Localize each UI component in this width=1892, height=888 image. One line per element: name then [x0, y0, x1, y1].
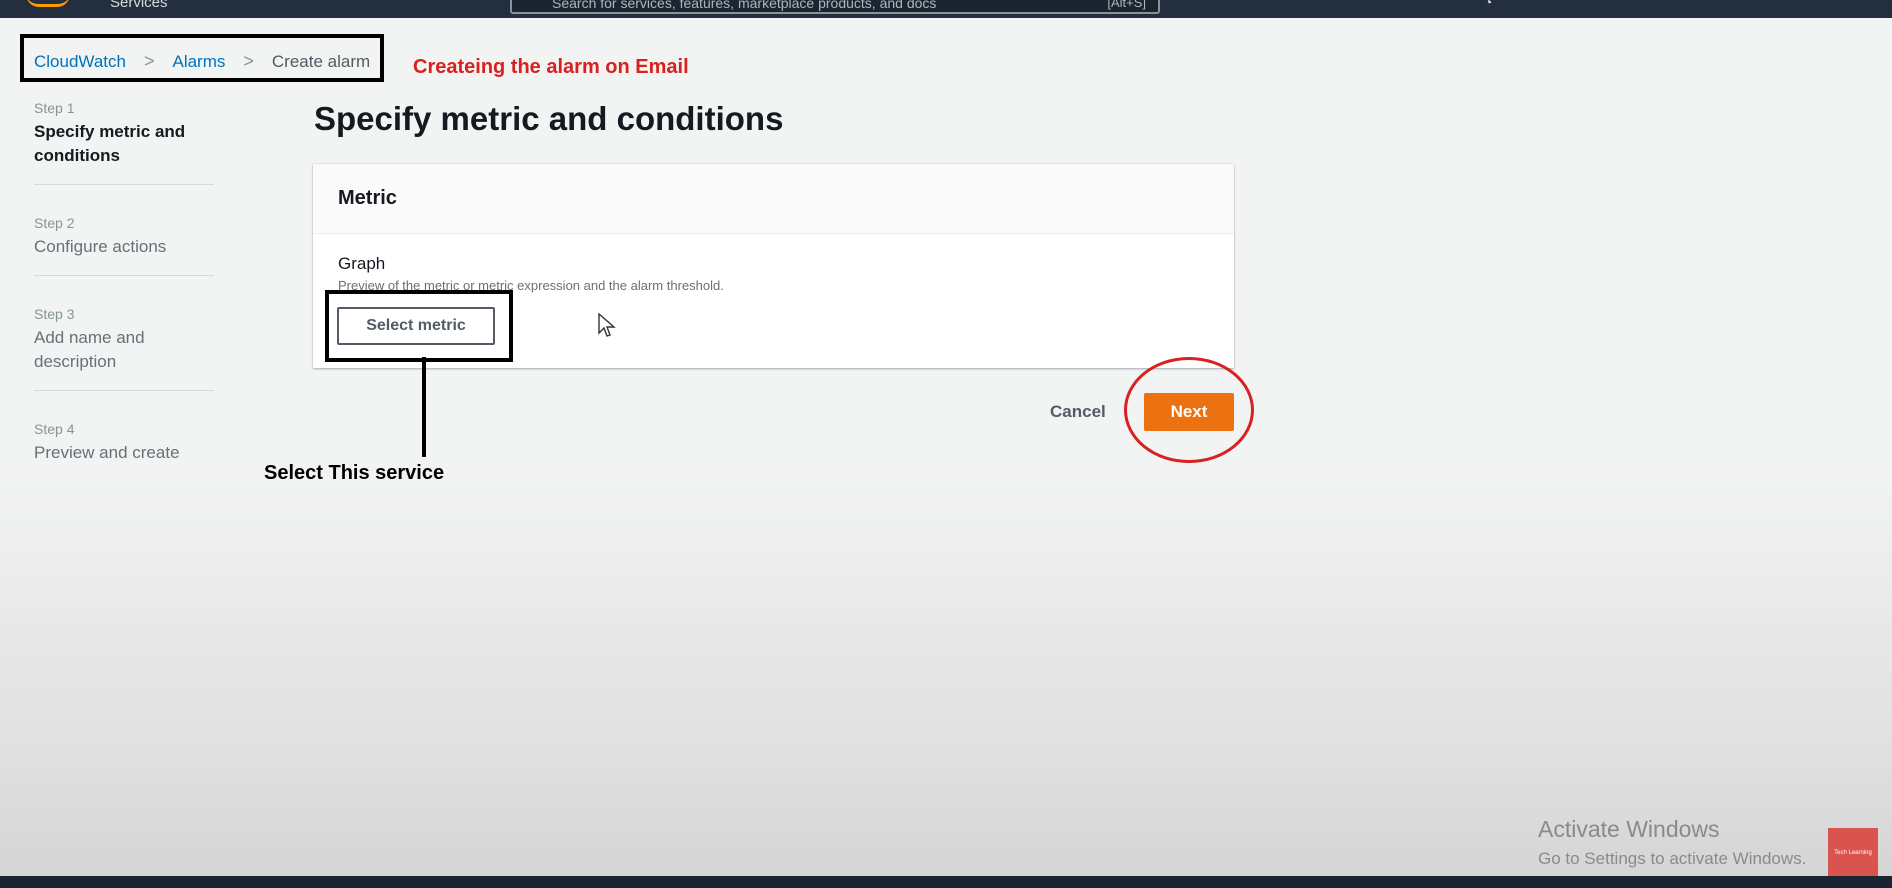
divider: [34, 390, 214, 391]
step-3[interactable]: Step 3 Add name and description: [34, 306, 214, 374]
breadcrumb: CloudWatch > Alarms > Create alarm: [34, 51, 370, 72]
annotation-top-note: Createing the alarm on Email: [413, 56, 689, 78]
step-1[interactable]: Step 1 Specify metric and conditions: [34, 100, 214, 168]
wizard-steps: Step 1 Specify metric and conditions Ste…: [34, 100, 214, 465]
search-placeholder: Search for services, features, marketpla…: [552, 0, 937, 11]
cancel-button[interactable]: Cancel: [1050, 402, 1106, 422]
step-number: Step 1: [34, 100, 75, 116]
activate-windows-watermark: Activate Windows Go to Settings to activ…: [1538, 816, 1806, 869]
step-title: Add name and description: [34, 328, 145, 371]
breadcrumb-create-alarm: Create alarm: [271, 51, 371, 71]
mouse-cursor-icon: [598, 313, 616, 337]
next-highlight-circle: [1124, 357, 1254, 463]
search-shortcut: [Alt+S]: [1107, 0, 1146, 10]
step-title: Configure actions: [34, 237, 167, 256]
page-title: Specify metric and conditions: [314, 100, 784, 137]
notification-icon[interactable]: ◔: [1484, 0, 1492, 10]
graph-label: Graph: [338, 254, 386, 273]
panel-header: Metric: [313, 164, 1234, 234]
panel-title: Metric: [338, 187, 397, 209]
step-number: Step 4: [34, 421, 75, 437]
search-input[interactable]: Search for services, features, marketpla…: [510, 0, 1160, 14]
step-title: Specify metric and conditions: [34, 122, 186, 165]
step-number: Step 3: [34, 306, 75, 322]
aws-logo[interactable]: [26, 0, 70, 7]
services-menu[interactable]: Services: [110, 0, 168, 11]
step-4[interactable]: Step 4 Preview and create: [34, 421, 214, 465]
select-metric-button[interactable]: Select metric: [337, 307, 495, 345]
annotation-select-note: Select This service: [264, 462, 445, 484]
divider: [34, 184, 214, 185]
chevron-right-icon: >: [143, 51, 155, 71]
annotation-pointer-line: [422, 357, 426, 457]
bottom-bar: [0, 876, 1892, 888]
breadcrumb-alarms[interactable]: Alarms: [172, 52, 225, 72]
watermark-line1: Activate Windows: [1538, 816, 1720, 842]
breadcrumb-cloudwatch[interactable]: CloudWatch: [34, 52, 126, 72]
divider: [34, 275, 214, 276]
top-nav-bar: Services Search for services, features, …: [0, 0, 1892, 18]
step-title: Preview and create: [34, 443, 180, 462]
step-number: Step 2: [34, 215, 75, 231]
step-2[interactable]: Step 2 Configure actions: [34, 215, 214, 259]
watermark-line2: Go to Settings to activate Windows.: [1538, 849, 1807, 868]
chevron-right-icon: >: [243, 51, 254, 71]
channel-logo: Tech Learning: [1828, 828, 1878, 878]
